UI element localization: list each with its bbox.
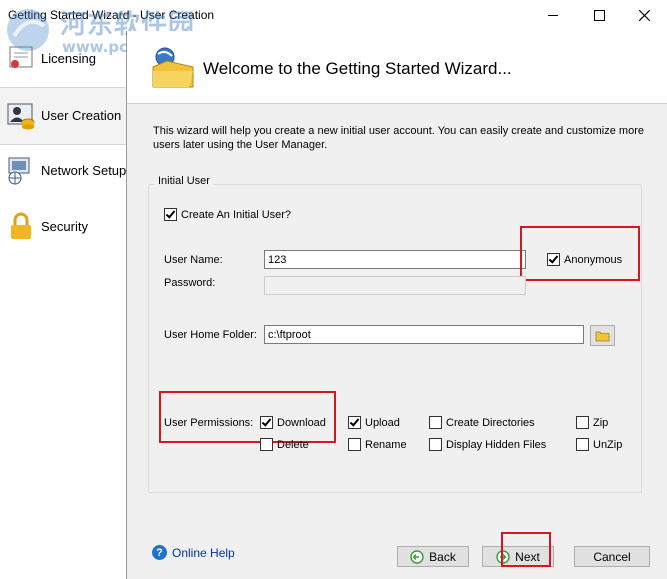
create-initial-user-checkbox[interactable]: Create An Initial User? <box>164 208 291 221</box>
network-icon <box>8 157 30 185</box>
permission-create-directories-checkbox[interactable]: Create Directories <box>429 416 535 429</box>
permission-hidden-files-checkbox[interactable]: Display Hidden Files <box>429 438 546 451</box>
permission-zip-checkbox[interactable]: Zip <box>576 416 608 429</box>
wizard-folder-icon <box>152 47 194 88</box>
checkbox-box[interactable] <box>429 416 442 429</box>
wizard-header: Welcome to the Getting Started Wizard... <box>127 31 667 104</box>
close-icon <box>638 10 650 21</box>
minimize-icon <box>548 15 558 16</box>
permission-unzip-checkbox[interactable]: UnZip <box>576 438 622 451</box>
checkbox-label: Rename <box>365 438 407 451</box>
checkbox-box[interactable] <box>547 253 560 266</box>
checkbox-box[interactable] <box>348 416 361 429</box>
checkbox-label: UnZip <box>593 438 623 451</box>
checkbox-box[interactable] <box>260 438 273 451</box>
checkbox-label: Upload <box>365 416 400 429</box>
checkbox-label: Display Hidden Files <box>446 438 547 451</box>
group-label: Initial User <box>155 175 213 187</box>
permission-rename-checkbox[interactable]: Rename <box>348 438 407 451</box>
maximize-icon <box>593 10 605 21</box>
highlight-box <box>501 532 551 567</box>
permissions-label: User Permissions: <box>164 417 254 429</box>
sidebar-item-label: User Creation <box>41 108 122 123</box>
checkbox-label: Create An Initial User? <box>181 208 292 221</box>
permission-delete-checkbox[interactable]: Delete <box>260 438 309 451</box>
sidebar-item-security[interactable]: Security <box>0 199 126 255</box>
lock-icon <box>11 212 31 239</box>
online-help-label: Online Help <box>172 545 235 560</box>
maximize-button[interactable] <box>576 0 622 31</box>
checkbox-label: Download <box>277 416 326 429</box>
permission-download-checkbox[interactable]: Download <box>260 416 326 429</box>
sidebar-item-network-setup[interactable]: Network Setup <box>0 143 126 199</box>
home-folder-label: User Home Folder: <box>164 329 257 341</box>
password-input[interactable] <box>264 276 526 295</box>
help-icon: ? <box>152 545 167 560</box>
anonymous-checkbox[interactable]: Anonymous <box>547 253 622 266</box>
checkbox-box[interactable] <box>348 438 361 451</box>
sidebar: Licensing User Creation Network Setup Se… <box>0 31 127 579</box>
cancel-button[interactable]: Cancel <box>574 546 650 567</box>
browse-folder-button[interactable] <box>590 325 615 346</box>
user-icon <box>7 103 35 130</box>
checkbox-label: Create Directories <box>446 416 535 429</box>
sidebar-item-label: Network Setup <box>41 163 127 178</box>
cancel-label: Cancel <box>593 549 631 564</box>
online-help-link[interactable]: ? Online Help <box>152 545 235 560</box>
checkbox-box[interactable] <box>164 208 177 221</box>
back-arrow-icon <box>410 549 424 564</box>
intro-text: This wizard will help you create a new i… <box>153 125 644 151</box>
username-input[interactable]: 123 <box>264 250 526 269</box>
close-button[interactable] <box>621 0 667 31</box>
sidebar-item-user-creation[interactable]: User Creation <box>0 87 126 145</box>
checkbox-box[interactable] <box>576 438 589 451</box>
checkbox-label: Anonymous <box>564 253 623 266</box>
checkbox-label: Delete <box>277 438 309 451</box>
home-folder-input[interactable]: c:\ftproot <box>264 325 584 344</box>
minimize-button[interactable] <box>530 0 576 31</box>
back-button[interactable]: Back <box>397 546 469 567</box>
password-label: Password: <box>164 277 216 289</box>
permission-upload-checkbox[interactable]: Upload <box>348 416 400 429</box>
back-label: Back <box>429 549 456 564</box>
page-title: Welcome to the Getting Started Wizard... <box>203 59 512 78</box>
wizard-content: This wizard will help you create a new i… <box>127 104 667 579</box>
watermark-logo-icon <box>7 9 49 51</box>
sidebar-item-label: Security <box>41 219 88 234</box>
username-label: User Name: <box>164 254 223 266</box>
checkbox-box[interactable] <box>576 416 589 429</box>
checkbox-box[interactable] <box>429 438 442 451</box>
checkbox-box[interactable] <box>260 416 273 429</box>
folder-icon <box>595 331 610 341</box>
checkbox-label: Zip <box>593 416 609 429</box>
